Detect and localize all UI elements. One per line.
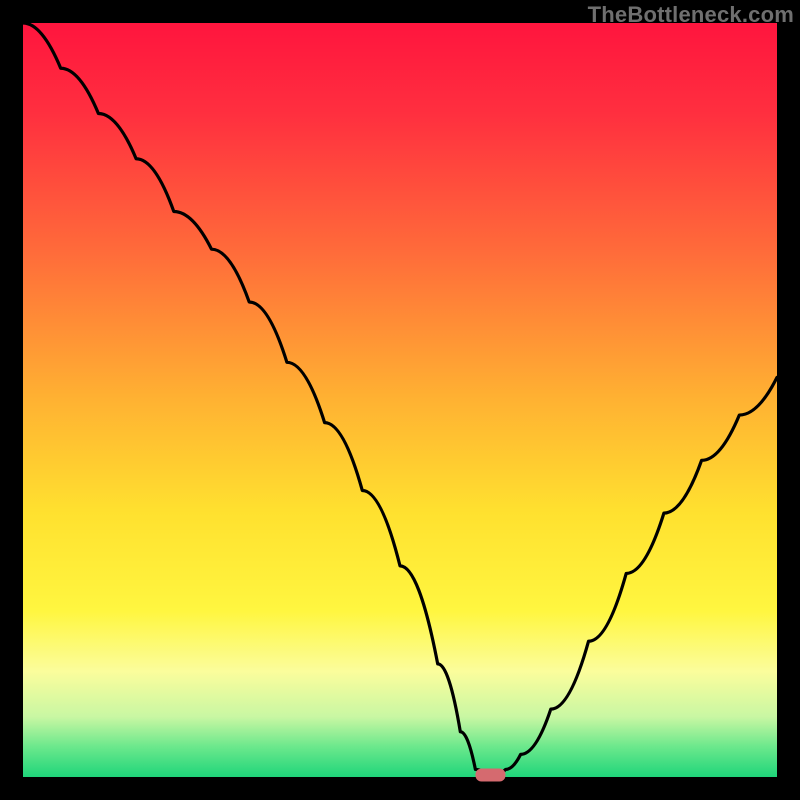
optimal-point-marker <box>475 769 505 782</box>
chart-frame: TheBottleneck.com <box>0 0 800 800</box>
bottleneck-chart <box>0 0 800 800</box>
watermark-text: TheBottleneck.com <box>588 2 794 28</box>
plot-background <box>23 23 777 777</box>
